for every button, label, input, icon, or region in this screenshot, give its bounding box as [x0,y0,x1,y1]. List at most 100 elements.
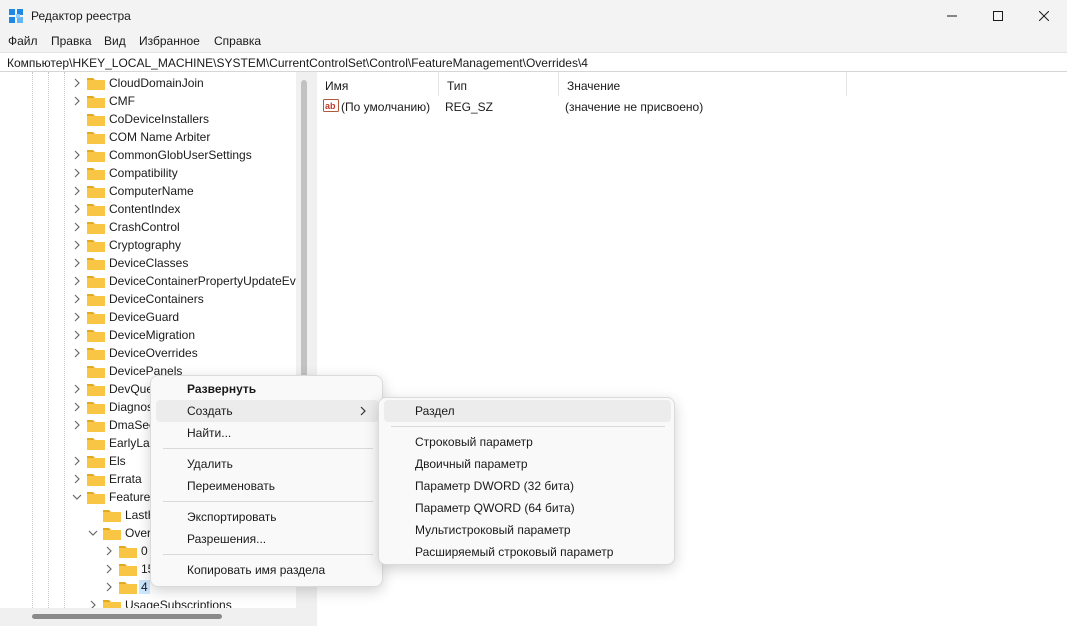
chevron-right-icon[interactable] [71,329,83,341]
chevron-right-icon[interactable] [71,347,83,359]
svg-text:ab: ab [325,101,336,111]
chevron-right-icon[interactable] [103,545,115,557]
tree-item[interactable]: CloudDomainJoin [71,74,296,92]
tree-item-label: CrashControl [109,220,180,234]
chevron-right-icon[interactable] [71,455,83,467]
menu-item-delete[interactable]: Удалить [156,453,379,475]
folder-icon [87,294,105,306]
menu-separator [163,554,373,555]
menu-file[interactable]: Файл [7,34,39,48]
chevron-right-icon[interactable] [71,203,83,215]
menu-item-label: Строковый параметр [415,435,533,449]
chevron-right-icon[interactable] [103,581,115,593]
chevron-right-icon[interactable] [71,221,83,233]
chevron-right-icon[interactable] [71,383,83,395]
tree-item[interactable]: DeviceGuard [71,308,296,326]
chevron-right-icon[interactable] [71,77,83,89]
menu-favorites[interactable]: Избранное [138,34,201,48]
tree-item[interactable]: CoDeviceInstallers [71,110,296,128]
menu-item-rename[interactable]: Переименовать [156,475,379,497]
column-header-label: Тип [447,79,468,93]
submenu-item-expandable-string-value[interactable]: Расширяемый строковый параметр [384,541,671,563]
folder-open-icon [103,528,121,540]
address-path[interactable]: Компьютер\HKEY_LOCAL_MACHINE\SYSTEM\Curr… [7,56,588,70]
value-row[interactable]: ab (По умолчанию) REG_SZ (значение не пр… [317,98,847,116]
menu-edit[interactable]: Правка [50,34,93,48]
chevron-right-icon[interactable] [71,473,83,485]
maximize-button[interactable] [975,0,1021,32]
close-button[interactable] [1021,0,1067,32]
chevron-right-icon[interactable] [71,149,83,161]
chevron-right-icon[interactable] [71,293,83,305]
minimize-button[interactable] [929,0,975,32]
menu-item-label: Найти... [187,426,232,440]
tree-item[interactable]: CommonGlobUserSettings [71,146,296,164]
string-value-icon: ab [323,99,339,112]
tree-item[interactable]: UsageSubscriptions [87,596,296,608]
tree-item-label: DeviceClasses [109,256,189,270]
tree-item[interactable]: DeviceMigration [71,326,296,344]
menu-separator [391,426,665,427]
chevron-right-icon[interactable] [71,311,83,323]
column-header-type[interactable]: Тип [439,72,559,96]
chevron-right-icon[interactable] [87,599,99,608]
chevron-right-icon[interactable] [71,95,83,107]
tree-item[interactable]: CrashControl [71,218,296,236]
tree-item-label: Errata [109,472,142,486]
chevron-right-icon[interactable] [71,275,83,287]
column-header-name[interactable]: Имя [317,72,439,96]
tree-item-label: Diagnos [109,400,154,414]
menu-item-label: Параметр QWORD (64 бита) [415,501,575,515]
menu-item-label: Экспортировать [187,510,277,524]
chevron-right-icon[interactable] [71,239,83,251]
folder-icon [87,258,105,270]
tree-item-label: ContentIndex [109,202,181,216]
tree-item[interactable]: ContentIndex [71,200,296,218]
column-header-data[interactable]: Значение [559,72,847,96]
tree-item[interactable]: DeviceOverrides [71,344,296,362]
menu-item-export[interactable]: Экспортировать [156,506,379,528]
tree-item[interactable]: Cryptography [71,236,296,254]
chevron-right-icon[interactable] [103,563,115,575]
tree-item[interactable]: CMF [71,92,296,110]
menu-item-label: Разрешения... [187,532,267,546]
address-bar[interactable]: Компьютер\HKEY_LOCAL_MACHINE\SYSTEM\Curr… [0,52,1067,72]
submenu-item-string-value[interactable]: Строковый параметр [384,431,671,453]
folder-icon [87,186,105,198]
tree-item-label: DeviceContainers [109,292,204,306]
tree-item[interactable]: COM Name Arbiter [71,128,296,146]
tree-item[interactable]: ComputerName [71,182,296,200]
submenu-item-dword-value[interactable]: Параметр DWORD (32 бита) [384,475,671,497]
chevron-right-icon[interactable] [71,419,83,431]
menu-item-permissions[interactable]: Разрешения... [156,528,379,550]
submenu-item-binary-value[interactable]: Двоичный параметр [384,453,671,475]
menu-item-copy-key-name[interactable]: Копировать имя раздела [156,559,379,581]
tree-item-label: Els [109,454,126,468]
submenu-item-multi-string-value[interactable]: Мультистроковый параметр [384,519,671,541]
chevron-down-icon[interactable] [71,491,83,503]
tree-item-label: 0 [141,544,148,558]
chevron-right-icon[interactable] [71,257,83,269]
menu-item-find[interactable]: Найти... [156,422,379,444]
submenu-item-qword-value[interactable]: Параметр QWORD (64 бита) [384,497,671,519]
chevron-right-icon[interactable] [71,167,83,179]
menu-item-label: Развернуть [187,382,257,396]
chevron-right-icon[interactable] [71,185,83,197]
menu-view[interactable]: Вид [103,34,127,48]
tree-item[interactable]: DeviceContainers [71,290,296,308]
tree-item[interactable]: Compatibility [71,164,296,182]
tree-item-label: COM Name Arbiter [109,130,211,144]
chevron-right-icon[interactable] [71,401,83,413]
submenu-item-key[interactable]: Раздел [384,400,671,422]
menu-item-expand[interactable]: Развернуть [156,378,379,400]
tree-item[interactable]: DeviceClasses [71,254,296,272]
tree-item[interactable]: DeviceContainerPropertyUpdateEvents [71,272,296,290]
menu-help[interactable]: Справка [213,34,262,48]
tree-horizontal-scrollbar[interactable] [0,608,296,626]
folder-icon [87,474,105,486]
tree-item-label: DeviceOverrides [109,346,198,360]
menu-item-new[interactable]: Создать [156,400,379,422]
scrollbar-thumb[interactable] [32,614,222,619]
folder-icon [87,96,105,108]
chevron-down-icon[interactable] [87,527,99,539]
